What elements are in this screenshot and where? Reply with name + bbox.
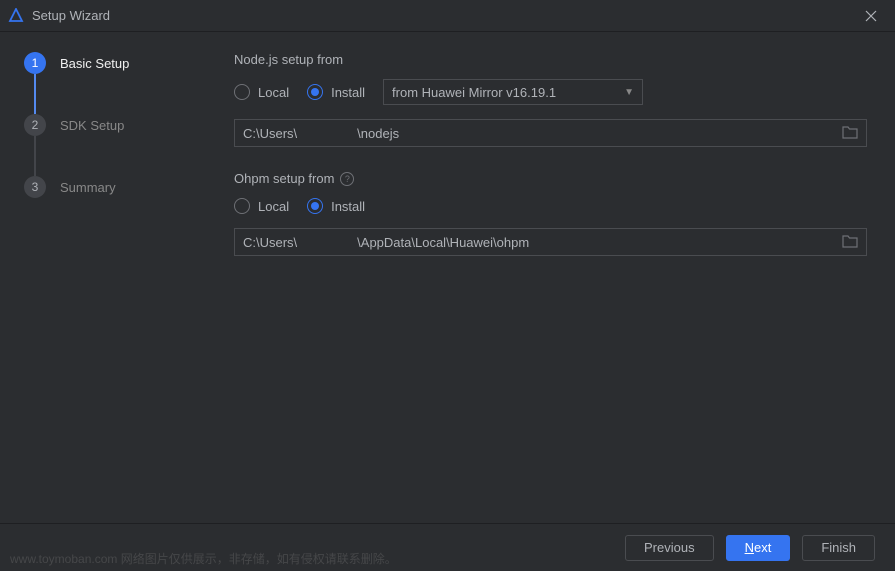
step-connector [34,74,36,114]
radio-icon [307,198,323,214]
nodejs-local-radio[interactable]: Local [234,84,289,100]
radio-label: Install [331,85,365,100]
step-summary[interactable]: 3 Summary [24,176,230,198]
nodejs-path-input[interactable]: C:\Users\\nodejs [234,119,867,147]
radio-icon [234,198,250,214]
step-number: 1 [24,52,46,74]
step-number: 2 [24,114,46,136]
folder-browse-icon[interactable] [842,125,858,142]
next-button[interactable]: Next [726,535,791,561]
nodejs-install-radio[interactable]: Install [307,84,365,100]
content-panel: Node.js setup from Local Install from Hu… [230,32,895,523]
main-area: 1 Basic Setup 2 SDK Setup 3 Summary Node… [0,32,895,523]
titlebar: Setup Wizard [0,0,895,32]
nodejs-radio-row: Local Install from Huawei Mirror v16.19.… [234,79,867,105]
watermark-text: www.toymoban.com 网络图片仅供展示，非存储，如有侵权请联系删除。 [10,550,397,567]
step-label: Summary [60,180,116,195]
path-text: C:\Users\\AppData\Local\Huawei\ohpm [243,235,842,250]
folder-browse-icon[interactable] [842,234,858,251]
nodejs-mirror-dropdown[interactable]: from Huawei Mirror v16.19.1 ▼ [383,79,643,105]
radio-icon [234,84,250,100]
chevron-down-icon: ▼ [624,87,634,98]
step-label: Basic Setup [60,56,129,71]
radio-label: Local [258,199,289,214]
ohpm-section-title: Ohpm setup from ? [234,171,867,186]
help-icon[interactable]: ? [340,172,354,186]
ohpm-radio-row: Local Install [234,198,867,214]
close-button[interactable] [855,0,887,32]
radio-label: Install [331,199,365,214]
step-basic-setup[interactable]: 1 Basic Setup [24,52,230,74]
footer: www.toymoban.com 网络图片仅供展示，非存储，如有侵权请联系删除。… [0,523,895,571]
window-title: Setup Wizard [32,8,855,23]
ohpm-path-input[interactable]: C:\Users\\AppData\Local\Huawei\ohpm [234,228,867,256]
previous-button[interactable]: Previous [625,535,714,561]
app-icon [8,8,24,24]
ohpm-install-radio[interactable]: Install [307,198,365,214]
step-number: 3 [24,176,46,198]
radio-icon [307,84,323,100]
nodejs-section-title: Node.js setup from [234,52,867,67]
step-label: SDK Setup [60,118,124,133]
step-sdk-setup[interactable]: 2 SDK Setup [24,114,230,136]
radio-label: Local [258,85,289,100]
path-text: C:\Users\\nodejs [243,126,842,141]
sidebar: 1 Basic Setup 2 SDK Setup 3 Summary [0,32,230,523]
step-connector [34,136,36,176]
ohpm-local-radio[interactable]: Local [234,198,289,214]
dropdown-value: from Huawei Mirror v16.19.1 [392,85,556,100]
finish-button[interactable]: Finish [802,535,875,561]
